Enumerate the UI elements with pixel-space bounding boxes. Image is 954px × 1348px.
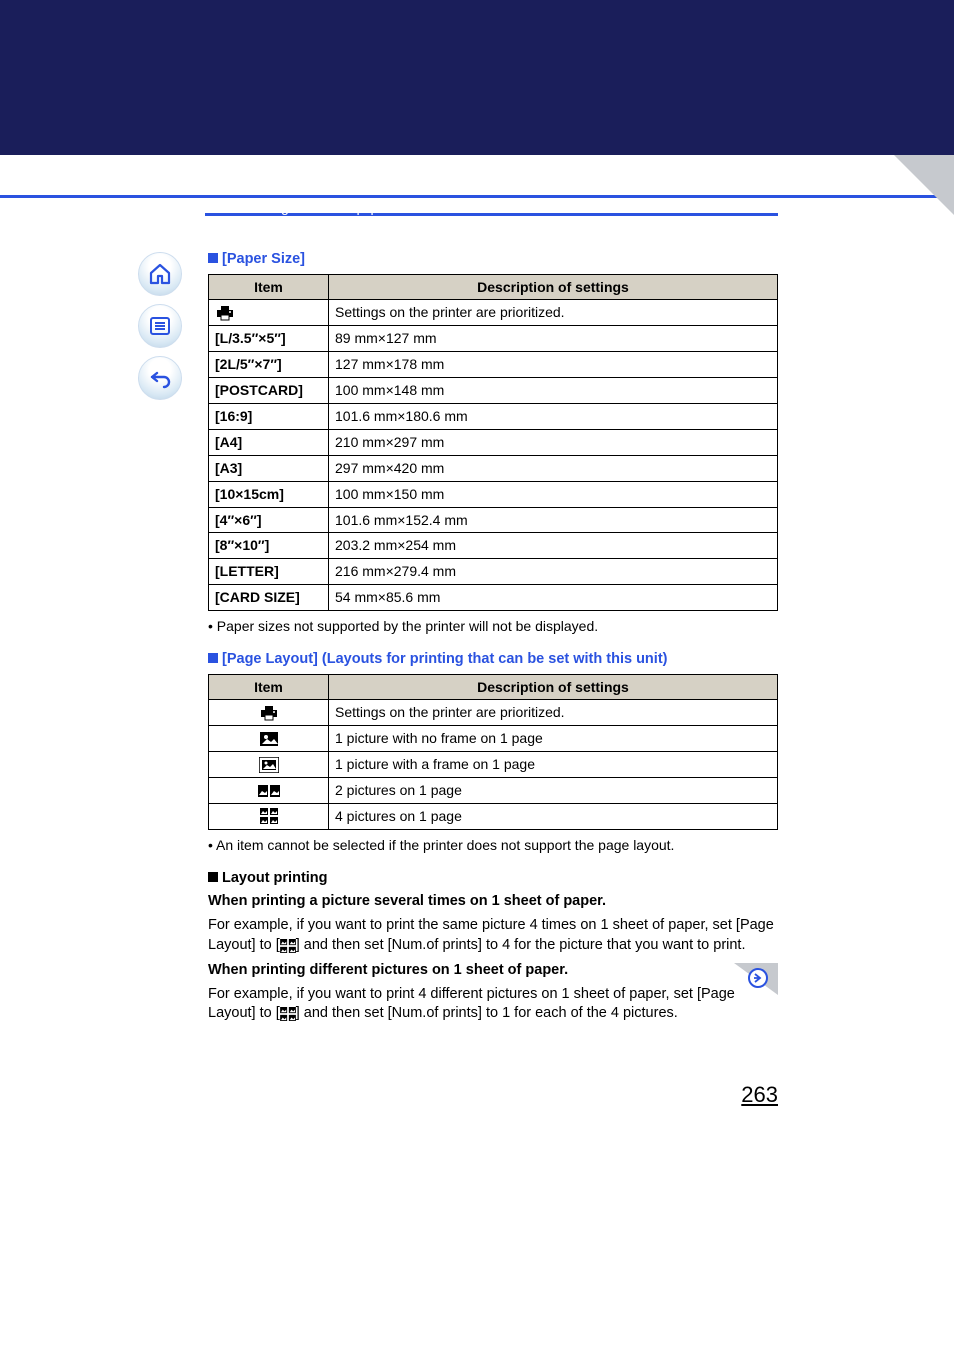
item-cell xyxy=(209,778,329,804)
desc-cell: 54 mm×85.6 mm xyxy=(329,585,778,611)
desc-cell: 100 mm×148 mm xyxy=(329,378,778,404)
desc-cell: 127 mm×178 mm xyxy=(329,352,778,378)
col-desc: Description of settings xyxy=(329,674,778,700)
one-up-frame-icon xyxy=(259,757,279,773)
table-row: 2 pictures on 1 page xyxy=(209,778,778,804)
desc-cell: Settings on the printer are prioritized. xyxy=(329,700,778,726)
item-cell: [10×15cm] xyxy=(209,481,329,507)
printer-icon xyxy=(215,305,235,321)
layout-sub1-title: When printing a picture several times on… xyxy=(208,892,778,912)
two-up-icon xyxy=(258,785,280,797)
arrow-right-icon xyxy=(753,973,763,983)
desc-cell: Settings on the printer are prioritized. xyxy=(329,300,778,326)
table-row: 1 picture with no frame on 1 page xyxy=(209,726,778,752)
layout-sub2-text: For example, if you want to print 4 diff… xyxy=(208,985,778,1024)
desc-cell: 203.2 mm×254 mm xyxy=(329,533,778,559)
table-header-row: Item Description of settings xyxy=(209,674,778,700)
desc-cell: 100 mm×150 mm xyxy=(329,481,778,507)
table-row: [A4]210 mm×297 mm xyxy=(209,429,778,455)
item-cell: [CARD SIZE] xyxy=(209,585,329,611)
item-cell xyxy=(209,804,329,830)
table-row: [A3]297 mm×420 mm xyxy=(209,455,778,481)
desc-cell: 210 mm×297 mm xyxy=(329,429,778,455)
layout-printing-title: Layout printing xyxy=(222,870,328,886)
text-fragment: ] and then set [Num.of prints] to 4 for … xyxy=(296,937,746,953)
col-desc: Description of settings xyxy=(329,274,778,300)
col-item: Item xyxy=(209,674,329,700)
table-row: 4 pictures on 1 page xyxy=(209,804,778,830)
item-cell: [16:9] xyxy=(209,404,329,430)
table-row: [10×15cm]100 mm×150 mm xyxy=(209,481,778,507)
page-layout-label: [Page Layout] (Layouts for printing that… xyxy=(222,651,667,667)
table-row: [LETTER]216 mm×279.4 mm xyxy=(209,559,778,585)
desc-cell: 297 mm×420 mm xyxy=(329,455,778,481)
item-cell: [POSTCARD] xyxy=(209,378,329,404)
back-icon[interactable] xyxy=(138,356,182,400)
desc-cell: 1 picture with no frame on 1 page xyxy=(329,726,778,752)
layout-sub2-title: When printing different pictures on 1 sh… xyxy=(208,961,778,981)
desc-cell: 216 mm×279.4 mm xyxy=(329,559,778,585)
item-cell xyxy=(209,726,329,752)
four-up-icon xyxy=(260,808,278,824)
col-item: Item xyxy=(209,274,329,300)
printer-icon xyxy=(259,705,279,721)
table-row: [16:9]101.6 mm×180.6 mm xyxy=(209,404,778,430)
page-layout-note: An item cannot be selected if the printe… xyxy=(208,836,778,855)
breadcrumb: Connecting to other equipment xyxy=(218,199,409,215)
page-number: 263 xyxy=(741,1082,778,1108)
next-page-button[interactable] xyxy=(748,968,768,988)
item-cell: [2L/5″×7″] xyxy=(209,352,329,378)
item-cell xyxy=(209,300,329,326)
item-cell: [A3] xyxy=(209,455,329,481)
four-up-icon xyxy=(280,939,296,953)
paper-size-note: Paper sizes not supported by the printer… xyxy=(208,617,778,636)
paper-size-table: Item Description of settings Settings on… xyxy=(208,274,778,612)
item-cell: [4″×6″] xyxy=(209,507,329,533)
table-row: [CARD SIZE]54 mm×85.6 mm xyxy=(209,585,778,611)
page-corner-fold-icon xyxy=(894,155,954,215)
text-fragment: ] and then set [Num.of prints] to 1 for … xyxy=(296,1005,678,1021)
item-cell: [LETTER] xyxy=(209,559,329,585)
side-nav xyxy=(138,252,186,408)
desc-cell: 101.6 mm×180.6 mm xyxy=(329,404,778,430)
paper-size-heading: [Paper Size] xyxy=(208,250,778,270)
table-row: 1 picture with a frame on 1 page xyxy=(209,752,778,778)
desc-cell: 2 pictures on 1 page xyxy=(329,778,778,804)
item-cell xyxy=(209,752,329,778)
table-row: [POSTCARD]100 mm×148 mm xyxy=(209,378,778,404)
one-up-noframe-icon xyxy=(260,732,278,746)
item-cell xyxy=(209,700,329,726)
table-header-row: Item Description of settings xyxy=(209,274,778,300)
item-cell: [8″×10″] xyxy=(209,533,329,559)
table-row: Settings on the printer are prioritized. xyxy=(209,700,778,726)
table-row: [L/3.5″×5″]89 mm×127 mm xyxy=(209,326,778,352)
page-layout-heading: [Page Layout] (Layouts for printing that… xyxy=(208,650,778,670)
desc-cell: 101.6 mm×152.4 mm xyxy=(329,507,778,533)
divider-line xyxy=(0,195,954,198)
table-row: [8″×10″]203.2 mm×254 mm xyxy=(209,533,778,559)
home-icon[interactable] xyxy=(138,252,182,296)
table-row: Settings on the printer are prioritized. xyxy=(209,300,778,326)
desc-cell: 4 pictures on 1 page xyxy=(329,804,778,830)
paper-size-label: [Paper Size] xyxy=(222,251,305,267)
item-cell: [L/3.5″×5″] xyxy=(209,326,329,352)
layout-sub1-text: For example, if you want to print the sa… xyxy=(208,916,778,955)
table-row: [2L/5″×7″]127 mm×178 mm xyxy=(209,352,778,378)
layout-printing-heading: Layout printing xyxy=(208,869,778,889)
item-cell: [A4] xyxy=(209,429,329,455)
four-up-icon xyxy=(280,1007,296,1021)
page-layout-table: Item Description of settings Settings on… xyxy=(208,674,778,830)
table-row: [4″×6″]101.6 mm×152.4 mm xyxy=(209,507,778,533)
contents-icon[interactable] xyxy=(138,304,182,348)
desc-cell: 89 mm×127 mm xyxy=(329,326,778,352)
desc-cell: 1 picture with a frame on 1 page xyxy=(329,752,778,778)
